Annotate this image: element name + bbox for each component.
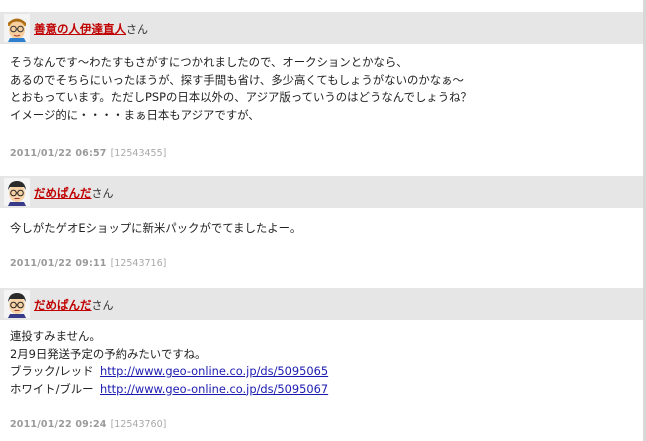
glasses-face-icon	[4, 178, 30, 206]
post-body: そうなんです〜わたすもさがすにつかれましたので、オークションとかなら、 あるので…	[10, 54, 472, 124]
glasses-face-icon	[4, 14, 30, 42]
post-body: 連投すみません。 2月9日発送予定の予約みたいですね。 ブラック/レッド http…	[10, 328, 328, 398]
post-text-line: とおもっています。ただしPSPの日本以外の、アジア版っていうのはどうなんでしょう…	[10, 90, 472, 104]
comment-post: だめぱんださん 今しがたゲオEショップに新米パックがでてましたよー。 2011/…	[0, 176, 646, 269]
post-meta: 2011/01/22 09:11 [12543716]	[10, 258, 166, 269]
post-date: 2011/01/22 09:24	[10, 419, 107, 430]
author-line: だめぱんださん	[34, 297, 114, 313]
post-header: 善意の人伊達直人さん	[0, 12, 646, 44]
post-date: 2011/01/22 09:11	[10, 258, 107, 269]
post-text-line: 今しがたゲオEショップに新米パックがでてましたよー。	[10, 221, 302, 235]
post-id: [12543716]	[110, 258, 167, 269]
comment-post: だめぱんださん 連投すみません。 2月9日発送予定の予約みたいですね。 ブラック…	[0, 288, 646, 430]
post-meta: 2011/01/22 06:57 [12543455]	[10, 148, 166, 159]
post-date: 2011/01/22 06:57	[10, 148, 107, 159]
post-id: [12543760]	[110, 419, 167, 430]
link-label: ブラック/レッド	[10, 364, 94, 378]
honorific: さん	[91, 187, 114, 200]
honorific: さん	[91, 299, 114, 312]
glasses-face-icon	[4, 290, 30, 318]
honorific: さん	[126, 23, 148, 36]
post-text-line: 連投すみません。	[10, 329, 101, 343]
comment-thread: 善意の人伊達直人さん そうなんです〜わたすもさがすにつかれましたので、オークショ…	[0, 0, 646, 441]
post-meta: 2011/01/22 09:24 [12543760]	[10, 419, 166, 430]
author-name-link[interactable]: だめぱんだ	[34, 298, 92, 312]
product-link[interactable]: http://www.geo-online.co.jp/ds/5095065	[100, 364, 328, 378]
post-text-line: イメージ的に・・・・まぁ日本もアジアですが、	[10, 107, 260, 122]
author-name-link[interactable]: 善意の人伊達直人	[34, 22, 126, 36]
post-id: [12543455]	[110, 148, 167, 159]
comment-post: 善意の人伊達直人さん そうなんです〜わたすもさがすにつかれましたので、オークショ…	[0, 12, 646, 159]
product-link[interactable]: http://www.geo-online.co.jp/ds/5095067	[100, 382, 328, 396]
author-line: だめぱんださん	[34, 185, 114, 201]
post-text-line: あるのでそちらにいったほうが、探す手間も省け、多少高くてもしょうがないのかなぁ〜	[10, 72, 464, 87]
author-line: 善意の人伊達直人さん	[34, 21, 148, 37]
post-text-line: 2月9日発送予定の予約みたいですね。	[10, 346, 207, 361]
author-name-link[interactable]: だめぱんだ	[34, 186, 92, 200]
post-text-line: そうなんです〜わたすもさがすにつかれましたので、オークションとかなら、	[10, 55, 408, 69]
link-label: ホワイト/ブルー	[10, 381, 94, 396]
post-header: だめぱんださん	[0, 176, 646, 208]
post-link-line: ホワイト/ブルー http://www.geo-online.co.jp/ds/5…	[10, 381, 328, 399]
post-body: 今しがたゲオEショップに新米パックがでてましたよー。	[10, 220, 301, 238]
post-header: だめぱんださん	[0, 288, 646, 320]
post-link-line: ブラック/レッド http://www.geo-online.co.jp/ds/5…	[10, 363, 328, 381]
